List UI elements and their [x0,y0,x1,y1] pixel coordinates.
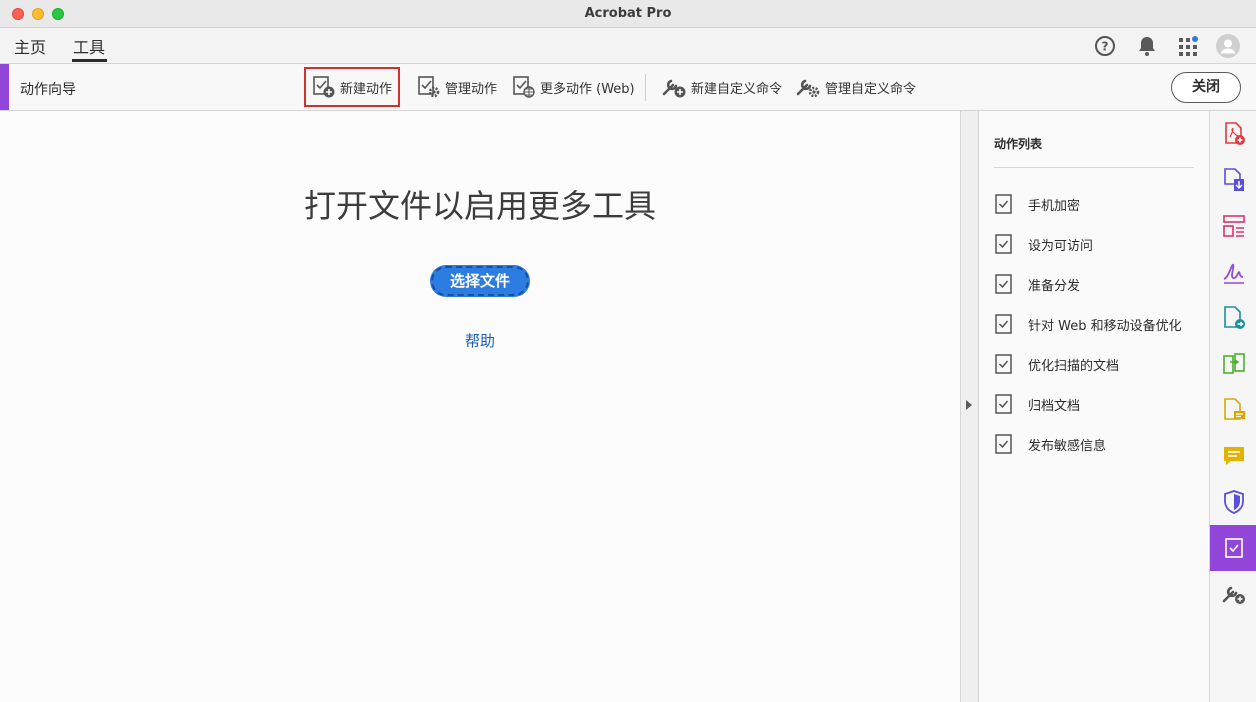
new-action-icon [313,76,335,98]
apps-grid-icon[interactable] [1176,34,1200,58]
panel-title: 动作列表 [994,137,1043,151]
new-command-button[interactable]: 新建自定义命令 [655,67,788,107]
protect-icon[interactable] [1210,479,1256,525]
panel-divider [994,167,1194,168]
toolbar-accent-bar [0,64,9,110]
action-item-label: 针对 Web 和移动设备优化 [1028,318,1182,334]
manage-command-button[interactable]: 管理自定义命令 [789,67,922,107]
help-icon[interactable]: ? [1093,34,1117,58]
action-item[interactable]: 发布敏感信息 [994,431,1106,457]
select-file-button[interactable]: 选择文件 [430,265,530,297]
manage-action-button[interactable]: 管理动作 [411,67,503,107]
action-item[interactable]: 设为可访问 [994,231,1093,257]
manage-action-label: 管理动作 [445,81,498,97]
more-action-web-label: 更多动作 (Web) [540,81,635,97]
nav-bar: 主页 工具 ? [0,28,1256,64]
action-list-panel: 动作列表 手机加密 设为可访问 准备分发 针对 Web 和移动设备优化 优化扫描… [979,111,1209,702]
new-command-label: 新建自定义命令 [691,81,783,97]
main-content: 打开文件以启用更多工具 选择文件 帮助 [0,111,960,702]
avatar-icon[interactable] [1216,34,1240,58]
action-item[interactable]: 归档文档 [994,391,1080,417]
bell-icon[interactable] [1135,34,1159,58]
new-action-button[interactable]: 新建动作 [304,67,401,107]
action-wizard-icon[interactable] [1210,525,1256,571]
action-item-label: 优化扫描的文档 [1028,358,1120,374]
more-action-web-button[interactable]: 更多动作 (Web) [506,67,641,107]
svg-text:?: ? [1102,40,1109,54]
tab-active-underline [72,59,107,62]
comment-icon[interactable] [1210,433,1256,479]
send-pdf-icon[interactable] [1210,295,1256,341]
new-action-label: 新建动作 [340,81,393,97]
action-item-label: 准备分发 [1028,278,1081,294]
checklist-icon [995,234,1012,254]
action-item[interactable]: 准备分发 [994,271,1080,297]
checklist-icon [995,274,1012,294]
title-bar: Acrobat Pro [0,0,1256,28]
checklist-icon [995,314,1012,334]
manage-command-label: 管理自定义命令 [825,81,917,97]
more-action-web-icon [513,76,535,98]
action-wizard-toolbar: 动作向导 新建动作 管理动作 更多动作 (Web) 新建自定义命令 管理自定义命… [0,64,1256,111]
create-pdf-icon[interactable] [1210,111,1256,157]
manage-command-icon [796,79,820,98]
checklist-icon [995,194,1012,214]
main-heading: 打开文件以启用更多工具 [303,187,656,225]
close-button[interactable]: 关闭 [1171,72,1241,103]
manage-action-icon [418,76,440,98]
add-tool-icon[interactable] [1210,571,1256,617]
export-pdf-icon[interactable] [1210,157,1256,203]
action-item-label: 设为可访问 [1028,238,1094,254]
fill-sign-icon[interactable] [1210,249,1256,295]
action-item[interactable]: 手机加密 [994,191,1080,217]
toolbar-separator [645,74,646,101]
new-command-icon [662,79,686,98]
checklist-icon [995,434,1012,454]
action-item-label: 手机加密 [1028,198,1081,214]
organize-pages-icon[interactable] [1210,203,1256,249]
comment-file-icon[interactable] [1210,387,1256,433]
expand-arrow-icon[interactable] [966,400,972,410]
toolbar-title: 动作向导 [20,82,76,98]
tool-rail [1209,111,1256,702]
panel-collapse-strip[interactable] [960,111,979,702]
action-item-label: 归档文档 [1028,398,1081,414]
help-link[interactable]: 帮助 [0,330,960,351]
action-item[interactable]: 针对 Web 和移动设备优化 [994,311,1182,337]
action-item[interactable]: 优化扫描的文档 [994,351,1119,377]
compare-icon[interactable] [1210,341,1256,387]
window-title: Acrobat Pro [584,6,672,21]
checklist-icon [995,394,1012,414]
tab-tools[interactable]: 工具 [73,34,105,58]
action-item-label: 发布敏感信息 [1028,438,1107,454]
checklist-icon [995,354,1012,374]
tab-home[interactable]: 主页 [14,34,46,58]
